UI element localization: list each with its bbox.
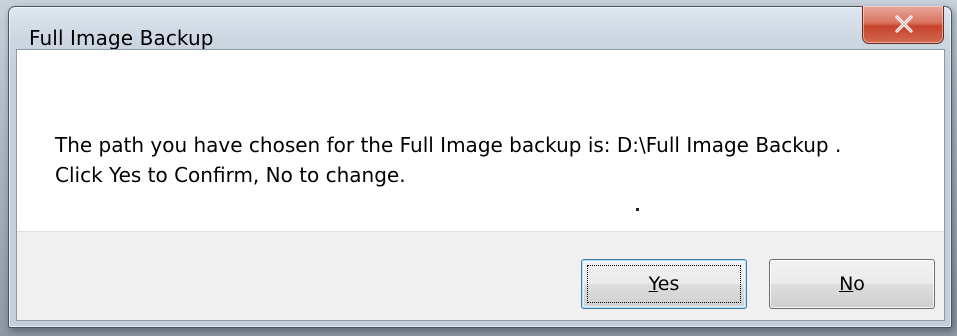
close-button[interactable] (862, 6, 944, 44)
no-mnemonic: N (839, 273, 854, 295)
button-bar: Yes No (17, 231, 944, 320)
yes-mnemonic: Y (648, 273, 658, 295)
stray-dot (636, 208, 639, 211)
message-dialog: Full Image Backup The path you have chos… (8, 6, 952, 328)
yes-button[interactable]: Yes (581, 259, 747, 309)
no-button[interactable]: No (769, 259, 935, 309)
yes-button-label: Yes (649, 273, 680, 295)
message-area: The path you have chosen for the Full Im… (17, 50, 944, 231)
dialog-title: Full Image Backup (29, 26, 214, 50)
no-button-label: No (839, 273, 865, 295)
close-icon (895, 15, 913, 33)
message-line-1: The path you have chosen for the Full Im… (55, 133, 842, 157)
no-label-rest: o (853, 273, 865, 295)
dialog-body: The path you have chosen for the Full Im… (16, 49, 945, 321)
message-text: The path you have chosen for the Full Im… (55, 130, 841, 190)
yes-label-rest: es (657, 273, 680, 295)
message-line-2: Click Yes to Confirm, No to change. (55, 163, 406, 187)
